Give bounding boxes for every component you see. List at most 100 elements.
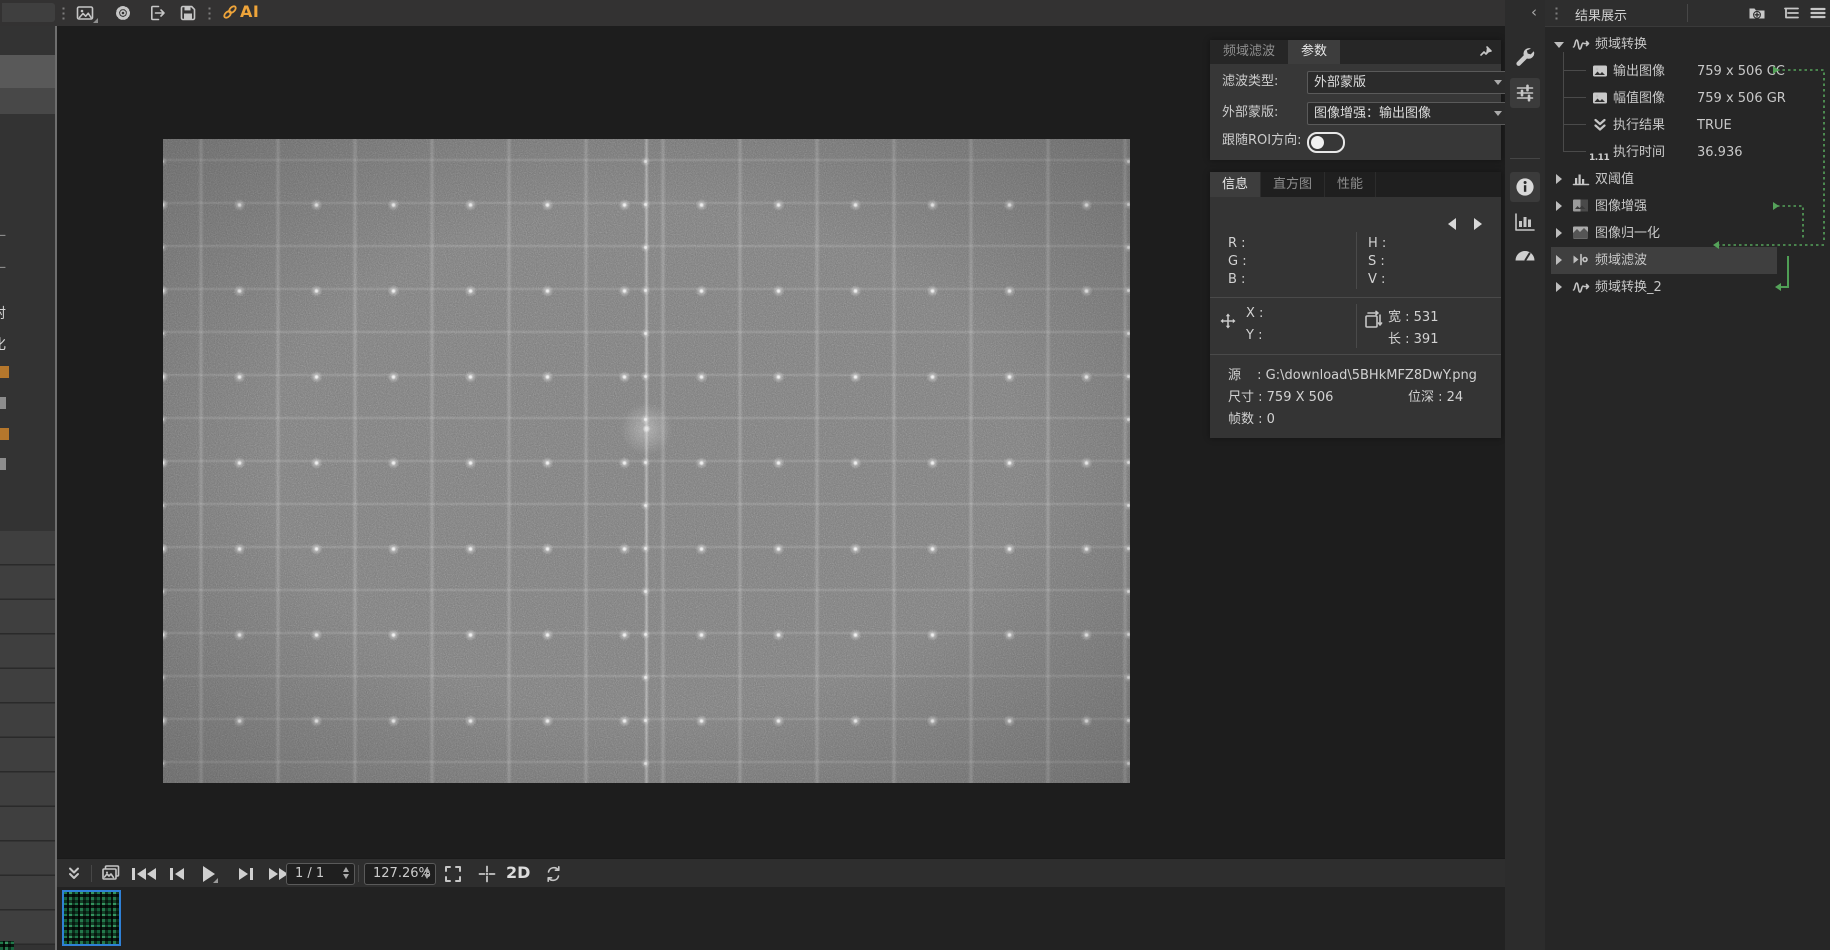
tab-node-name[interactable]: 频域滤波 <box>1210 40 1288 64</box>
fullscreen-icon <box>444 865 462 883</box>
left-panel-edge: 一 一 射 化 <box>0 26 55 950</box>
zoom-level-value: 127.26% <box>373 866 431 881</box>
double-chevron-down-icon <box>67 866 81 881</box>
caret-right-icon[interactable] <box>1556 201 1562 211</box>
depth-value: 24 <box>1447 390 1464 405</box>
skip-to-start-button[interactable] <box>131 859 156 888</box>
save-button[interactable] <box>177 3 199 23</box>
performance-view-button[interactable] <box>1513 244 1537 268</box>
tree-node-freq-transform-2[interactable]: 频域转换_2 <box>1545 274 1830 301</box>
tree-node-dual-threshold[interactable]: 双阈值 <box>1545 166 1830 193</box>
center-view-button[interactable] <box>478 859 496 888</box>
truncated-item[interactable] <box>0 397 6 409</box>
roi-height-value: 391 <box>1414 332 1439 347</box>
left-panel-rows[interactable] <box>0 531 55 945</box>
zoom-spinner[interactable] <box>424 867 430 879</box>
roi-height: 长 : 391 <box>1388 328 1438 347</box>
save-icon <box>179 4 197 22</box>
y-label: Y : <box>1246 328 1262 343</box>
caret-right-icon[interactable] <box>1556 174 1562 184</box>
frame-number-input[interactable]: 1 / 1 <box>286 863 355 885</box>
tree-item-exec-result[interactable]: 执行结果 TRUE <box>1545 112 1830 139</box>
drag-handle-icon[interactable] <box>1555 6 1558 20</box>
tree-view-button[interactable] <box>1783 5 1800 21</box>
tree-node-freq-transform[interactable]: 频域转换 <box>1545 31 1830 58</box>
frames-label: 帧数 : <box>1228 412 1263 427</box>
s-label: S : <box>1368 254 1385 269</box>
filter-icon <box>1572 252 1589 267</box>
tab-info[interactable]: 信息 <box>1210 172 1261 197</box>
tree-item-exec-time[interactable]: 1.11 执行时间 36.936 <box>1545 139 1830 166</box>
x-label: X : <box>1246 306 1263 321</box>
tab-parameters[interactable]: 参数 <box>1288 40 1340 64</box>
caret-right-icon[interactable] <box>1556 228 1562 238</box>
info-view-button[interactable] <box>1510 172 1540 202</box>
tree-item-label: 执行时间 <box>1613 139 1665 166</box>
tree-node-image-normalize[interactable]: 图像归一化 <box>1545 220 1830 247</box>
tab-histogram[interactable]: 直方图 <box>1261 172 1325 197</box>
export-button[interactable] <box>146 3 168 23</box>
divider <box>1356 232 1357 289</box>
toolbar-quick-box[interactable] <box>2 3 55 22</box>
tree-item-output-image[interactable]: 输出图像 759 x 506 CC <box>1545 58 1830 85</box>
triangle <box>175 868 184 880</box>
next-frame-button[interactable] <box>239 859 254 888</box>
double-check-icon <box>1592 117 1608 133</box>
truncated-item[interactable]: 一 <box>0 226 6 246</box>
bar <box>132 868 135 880</box>
left-panel-row[interactable] <box>0 88 55 114</box>
histogram-icon <box>1513 210 1537 234</box>
gauge-icon <box>1513 244 1537 268</box>
tab-performance[interactable]: 性能 <box>1325 172 1376 197</box>
truncated-item[interactable]: 一 <box>0 258 6 278</box>
add-group-button[interactable] <box>1748 5 1766 21</box>
image-thumbnail[interactable] <box>62 890 121 946</box>
tree-node-image-enhance[interactable]: 图像增强 <box>1545 193 1830 220</box>
truncated-item[interactable]: 化 <box>0 334 6 354</box>
frame-spinner[interactable] <box>343 867 349 879</box>
fit-view-button[interactable] <box>444 859 462 888</box>
truncated-item[interactable] <box>0 458 6 470</box>
play-button[interactable] <box>203 859 215 888</box>
truncated-item[interactable]: 射 <box>0 303 6 323</box>
divider <box>1356 304 1357 348</box>
tools-button[interactable] <box>1513 44 1537 68</box>
caret-down-icon[interactable] <box>1554 42 1564 48</box>
collapse-toolbar-button[interactable] <box>67 859 81 888</box>
prev-page-arrow[interactable] <box>1448 218 1456 230</box>
hamburger-icon <box>1810 5 1826 21</box>
results-panel: 结果展示 <box>1545 0 1830 950</box>
view-mode-2d-button[interactable]: 2D <box>506 863 530 882</box>
zoom-level-input[interactable]: 127.26% <box>364 863 436 885</box>
caret-right-icon[interactable] <box>1556 282 1562 292</box>
external-mask-select[interactable]: 图像增强：输出图像 <box>1307 102 1509 125</box>
caret-right-icon[interactable] <box>1556 255 1562 265</box>
frames-value: 0 <box>1267 412 1275 427</box>
histogram-view-button[interactable] <box>1513 210 1537 234</box>
settings-button[interactable] <box>112 3 134 23</box>
next-page-arrow[interactable] <box>1474 218 1482 230</box>
tree-node-label: 图像增强 <box>1595 193 1647 220</box>
image-source-button[interactable] <box>74 3 96 23</box>
tree-node-freq-filter[interactable]: 频域滤波 <box>1545 247 1830 274</box>
left-panel-row-highlighted[interactable] <box>0 55 55 88</box>
panel-menu-button[interactable] <box>1810 5 1826 21</box>
fft-spectrum-image[interactable] <box>163 139 1130 783</box>
pin-panel-button[interactable] <box>1479 45 1493 59</box>
tree-item-label: 执行结果 <box>1613 112 1665 139</box>
truncated-item-orange[interactable] <box>0 428 9 440</box>
toolbar-separator <box>91 865 92 882</box>
previous-frame-button[interactable] <box>169 859 184 888</box>
ai-assistant-button[interactable]: AI <box>222 2 259 21</box>
adjust-params-button[interactable] <box>1510 78 1540 108</box>
image-list-button[interactable] <box>101 859 121 888</box>
size-value: 759 X 506 <box>1267 390 1334 405</box>
follow-roi-toggle[interactable] <box>1307 132 1345 153</box>
loop-playback-button[interactable] <box>544 859 563 888</box>
tree-item-magnitude-image[interactable]: 幅值图像 759 x 506 GR <box>1545 85 1830 112</box>
collapse-panel-icon[interactable]: ‹ <box>1531 3 1537 21</box>
truncated-item-orange[interactable] <box>0 366 9 378</box>
source-label: 源 <box>1228 368 1241 383</box>
filter-type-select[interactable]: 外部蒙版 <box>1307 71 1509 94</box>
chevron-down-icon <box>1494 80 1502 85</box>
